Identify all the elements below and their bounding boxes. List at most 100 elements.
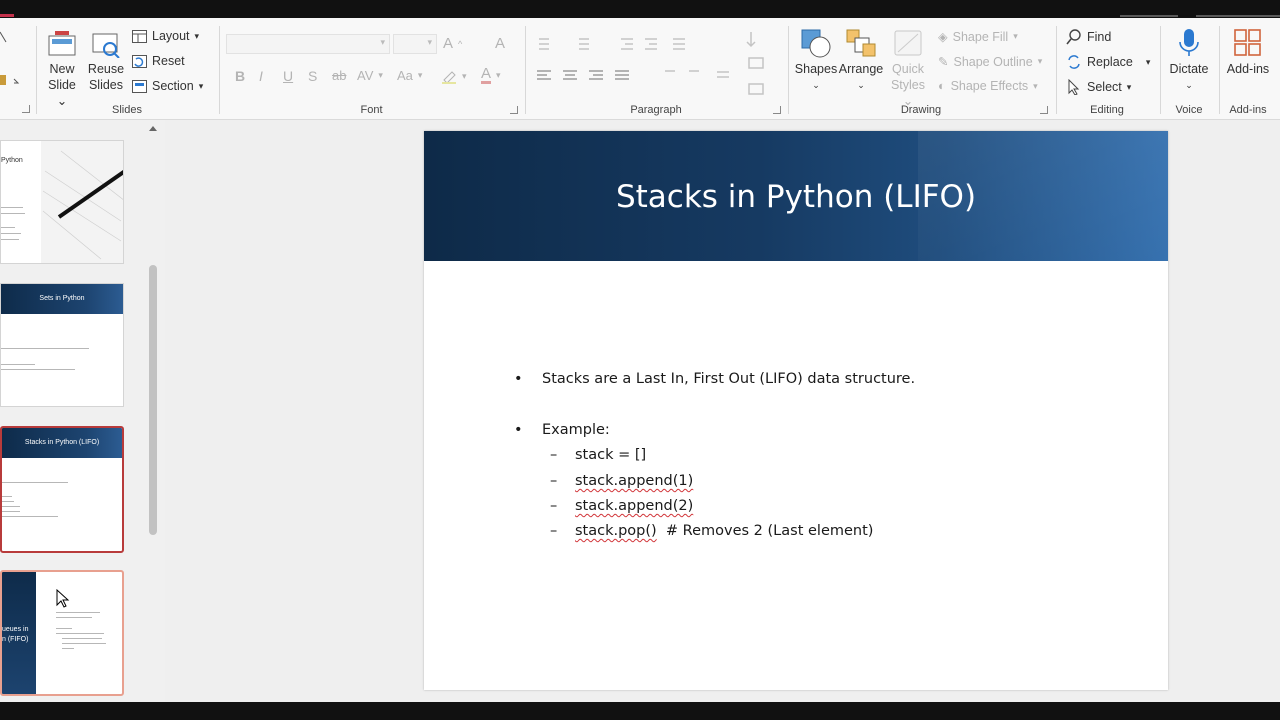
reset-label: Reset bbox=[152, 54, 185, 68]
thumbnail-title: Sets in Python bbox=[1, 284, 123, 314]
section-button[interactable]: Section ▾ bbox=[132, 79, 203, 93]
drawing-dialog-launcher[interactable] bbox=[1040, 106, 1048, 114]
sub-bullet-dash: – bbox=[550, 523, 558, 539]
thumbnail-title: Stacks in Python (LIFO) bbox=[2, 428, 122, 458]
shape-outline-button[interactable]: ✎ Shape Outline ▾ bbox=[938, 54, 1042, 70]
find-label: Find bbox=[1087, 30, 1112, 44]
scroll-up-icon[interactable] bbox=[148, 124, 158, 132]
sub-bullet-text: stack.pop() # Removes 2 (Last element) bbox=[575, 523, 874, 539]
reuse-slides-icon bbox=[92, 33, 120, 58]
paper-pen-image bbox=[41, 141, 123, 263]
layout-button[interactable]: Layout ▾ bbox=[132, 29, 199, 43]
thumbnail-scrollbar[interactable] bbox=[148, 120, 158, 702]
paragraph-group-label: Paragraph bbox=[630, 104, 682, 116]
shapes-icon bbox=[801, 29, 831, 58]
drawing-group: Shapes ⌄ Arrange ⌄ Quick Styles ⌄ ◈ Shape… bbox=[788, 18, 1054, 120]
text-direction-icons[interactable] bbox=[745, 28, 781, 108]
thumbnail-title: Python bbox=[1, 157, 23, 164]
chevron-down-icon: ⌄ bbox=[812, 80, 820, 90]
clipboard-dialog-launcher[interactable] bbox=[22, 105, 30, 113]
sub-bullet-text: stack.append(2) bbox=[575, 498, 694, 514]
grow-font-button[interactable]: A ^ bbox=[443, 35, 462, 52]
microphone-icon bbox=[1179, 29, 1199, 56]
slide[interactable]: Stacks in Python (LIFO) • Stacks are a L… bbox=[424, 131, 1168, 690]
find-button[interactable]: Find bbox=[1066, 29, 1111, 45]
reuse-slides-button[interactable]: Reuse Slides bbox=[86, 30, 126, 93]
slide-thumbnail-selected[interactable]: Stacks in Python (LIFO) bbox=[0, 426, 124, 553]
search-icon bbox=[1066, 29, 1081, 45]
sub-bullet-text: stack = [] bbox=[575, 447, 647, 463]
quick-styles-button[interactable]: Quick Styles ⌄ bbox=[886, 28, 930, 109]
voice-group: Dictate ⌄ Voice bbox=[1160, 18, 1218, 120]
quick-styles-icon bbox=[894, 30, 922, 56]
italic-button[interactable]: I bbox=[259, 68, 263, 84]
font-name-box[interactable]: ▾ bbox=[226, 34, 390, 54]
underline-button[interactable]: U bbox=[283, 68, 293, 84]
paint-bucket-icon: ◈ bbox=[938, 30, 948, 44]
status-bar bbox=[0, 702, 1280, 720]
thumbnail-title-panel: ueues in n (FIFO) bbox=[2, 572, 36, 694]
reuse-slides-label: Reuse bbox=[87, 62, 125, 76]
arrange-label: Arrange bbox=[838, 62, 884, 76]
title-bar bbox=[0, 0, 1280, 18]
list-indent-icons[interactable] bbox=[535, 36, 695, 52]
chevron-down-icon: ▾ bbox=[380, 37, 385, 47]
slide-thumbnail[interactable]: Sets in Python bbox=[0, 283, 124, 407]
slide-title[interactable]: Stacks in Python (LIFO) bbox=[424, 179, 1168, 215]
bullet-text: Stacks are a Last In, First Out (LIFO) d… bbox=[542, 371, 916, 387]
bullet-text: Example: bbox=[542, 422, 610, 438]
dictate-button[interactable]: Dictate ⌄ bbox=[1162, 28, 1216, 93]
bold-button[interactable]: B bbox=[235, 68, 245, 84]
cursor-icon bbox=[1068, 79, 1080, 95]
character-spacing-button[interactable]: AV ▾ bbox=[357, 68, 383, 83]
chevron-down-icon: ▾ bbox=[1145, 56, 1151, 67]
shadow-button[interactable]: S bbox=[308, 68, 317, 84]
addins-group-label: Add-ins bbox=[1229, 104, 1267, 116]
replace-icon bbox=[1068, 55, 1080, 69]
reuse-slides-label: Slides bbox=[88, 78, 124, 92]
thumbnail-title: ueues in bbox=[2, 626, 29, 633]
ribbon: New Slide ⌄ Reuse Slides Layout ▾ Reset … bbox=[0, 18, 1280, 120]
addins-label: Add-ins bbox=[1226, 62, 1270, 76]
alignment-icons[interactable] bbox=[535, 68, 745, 84]
paragraph-group: Paragraph bbox=[525, 18, 787, 120]
drawing-group-label: Drawing bbox=[900, 104, 942, 116]
sub-bullet-dash: – bbox=[550, 498, 558, 514]
addins-group: Add-ins Add-ins bbox=[1219, 18, 1277, 120]
paragraph-dialog-launcher[interactable] bbox=[773, 106, 781, 114]
cut-icon[interactable] bbox=[0, 30, 8, 44]
font-group-label: Font bbox=[360, 104, 383, 116]
slides-group-label: Slides bbox=[112, 104, 142, 116]
highlight-icon[interactable]: ▾ bbox=[441, 68, 467, 84]
reset-button[interactable]: Reset bbox=[132, 54, 185, 68]
replace-button[interactable]: Replace ▾ bbox=[1066, 54, 1150, 70]
slide-thumbnail[interactable]: Python bbox=[0, 140, 124, 264]
sub-bullet-dash: – bbox=[550, 473, 558, 489]
select-button[interactable]: Select ▾ bbox=[1066, 79, 1131, 95]
reset-icon bbox=[132, 54, 147, 68]
shape-fill-button[interactable]: ◈ Shape Fill ▾ bbox=[938, 29, 1018, 45]
font-color-button[interactable]: A ▾ bbox=[481, 66, 501, 84]
font-size-box[interactable]: ▾ bbox=[393, 34, 437, 54]
font-dialog-launcher[interactable] bbox=[510, 106, 518, 114]
strikethrough-button[interactable]: ab bbox=[332, 68, 346, 83]
new-slide-label: New bbox=[49, 62, 75, 76]
editing-group-label: Editing bbox=[1090, 104, 1124, 116]
new-slide-button[interactable]: New Slide ⌄ bbox=[42, 30, 82, 109]
section-label: Section bbox=[152, 79, 194, 93]
shape-effects-button[interactable]: ◐ Shape Effects ▾ bbox=[938, 79, 1038, 93]
select-label: Select bbox=[1087, 80, 1122, 94]
change-case-button[interactable]: Aa ▾ bbox=[397, 68, 422, 83]
slide-canvas: Stacks in Python (LIFO) • Stacks are a L… bbox=[165, 120, 1280, 702]
active-tab-indicator bbox=[0, 14, 14, 17]
dictate-label: Dictate bbox=[1169, 62, 1209, 76]
addins-button[interactable]: Add-ins bbox=[1221, 28, 1275, 77]
format-painter-icon[interactable] bbox=[0, 73, 22, 89]
scrollbar-thumb[interactable] bbox=[149, 265, 157, 535]
window-tab-strip bbox=[1120, 15, 1178, 17]
window-tab-strip bbox=[1196, 15, 1280, 17]
arrange-button[interactable]: Arrange ⌄ bbox=[838, 28, 884, 93]
shapes-button[interactable]: Shapes ⌄ bbox=[794, 28, 838, 93]
clear-formatting-icon[interactable]: A bbox=[495, 35, 505, 52]
slide-thumbnail-pane: Python Sets in Python Stacks in Python (… bbox=[0, 120, 165, 702]
